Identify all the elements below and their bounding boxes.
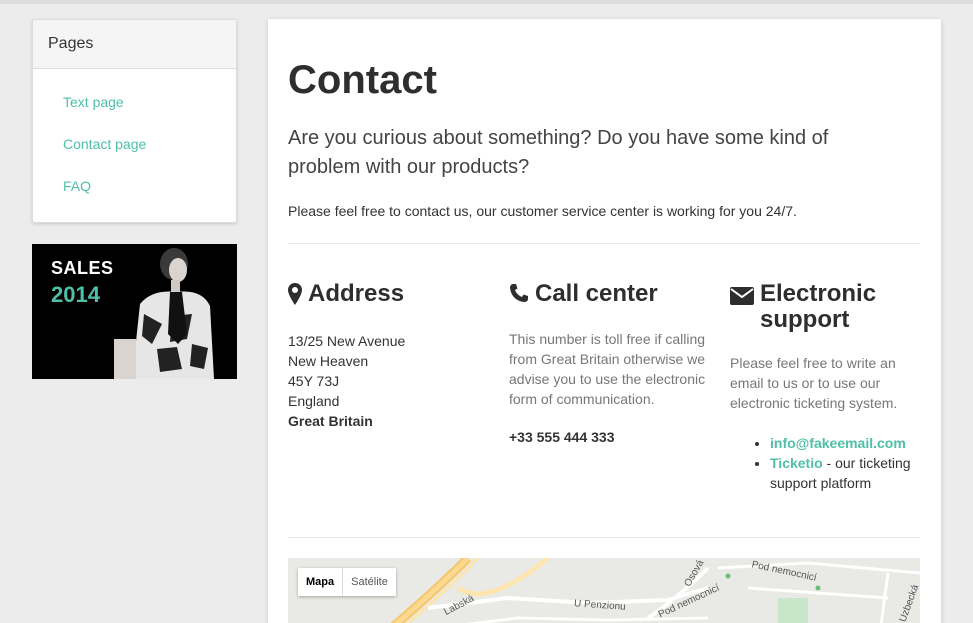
- address-line-2: New Heaven: [288, 353, 369, 369]
- address-line-4: England: [288, 393, 340, 409]
- electronic-support-section: Electronic support Please feel free to w…: [730, 281, 930, 493]
- envelope-icon: [730, 285, 754, 311]
- call-center-heading: Call center: [509, 281, 709, 309]
- sidebar-item-faq: FAQ: [33, 165, 236, 207]
- main-content-box: Contact Are you curious about something?…: [268, 19, 941, 623]
- support-links-list: info@fakeemail.com Ticketio - our ticket…: [730, 433, 930, 493]
- address-heading: Address: [288, 281, 488, 311]
- ticketio-link[interactable]: Ticketio: [770, 455, 823, 471]
- sidebar-link-contact-page[interactable]: Contact page: [63, 136, 146, 152]
- sidebar-link-text-page[interactable]: Text page: [63, 94, 124, 110]
- sidebar-pages-panel: Pages Text page Contact page FAQ: [32, 19, 237, 223]
- map-type-control: Mapa Satélite: [298, 568, 396, 596]
- divider: [288, 243, 920, 244]
- phone-icon: [509, 283, 529, 309]
- sidebar-item-contact-page: Contact page: [33, 123, 236, 165]
- google-map[interactable]: Mapa Satélite Labská U Penzionu Pod nemo…: [288, 558, 920, 623]
- top-bar: [0, 0, 973, 4]
- divider: [288, 537, 920, 538]
- map-marker-icon: [288, 283, 302, 311]
- sidebar-item-text-page: Text page: [33, 81, 236, 123]
- list-item: info@fakeemail.com: [770, 433, 930, 453]
- call-center-heading-label: Call center: [535, 280, 658, 307]
- call-center-text: This number is toll free if calling from…: [509, 331, 706, 407]
- phone-number: +33 555 444 333: [509, 429, 615, 445]
- electronic-support-heading: Electronic support: [730, 281, 930, 333]
- list-item: Ticketio - our ticketing support platfor…: [770, 453, 930, 493]
- lead-text: Are you curious about something? Do you …: [288, 127, 829, 178]
- banner-title: SALES: [51, 258, 114, 278]
- satellite-view-button[interactable]: Satélite: [343, 568, 396, 596]
- sidebar-link-faq[interactable]: FAQ: [63, 178, 91, 194]
- electronic-support-heading-label: Electronic support: [760, 280, 877, 333]
- address-line-1: 13/25 New Avenue: [288, 333, 406, 349]
- call-center-section: Call center This number is toll free if …: [509, 281, 709, 446]
- sidebar-heading: Pages: [33, 20, 236, 69]
- sales-banner[interactable]: SALES 2014: [32, 244, 237, 379]
- electronic-support-text: Please feel free to write an email to us…: [730, 355, 898, 411]
- page-title: Contact: [288, 58, 437, 102]
- sidebar-nav: Text page Contact page FAQ: [33, 69, 236, 207]
- address-country: Great Britain: [288, 413, 373, 429]
- address-block: 13/25 New Avenue New Heaven 45Y 73J Engl…: [288, 331, 488, 431]
- banner-year: 2014: [51, 282, 100, 307]
- email-link[interactable]: info@fakeemail.com: [770, 435, 906, 451]
- map-view-button[interactable]: Mapa: [298, 568, 344, 596]
- address-heading-label: Address: [308, 280, 405, 307]
- address-line-3: 45Y 73J: [288, 373, 340, 389]
- intro-text: Please feel free to contact us, our cust…: [288, 203, 797, 219]
- address-section: Address 13/25 New Avenue New Heaven 45Y …: [288, 281, 488, 431]
